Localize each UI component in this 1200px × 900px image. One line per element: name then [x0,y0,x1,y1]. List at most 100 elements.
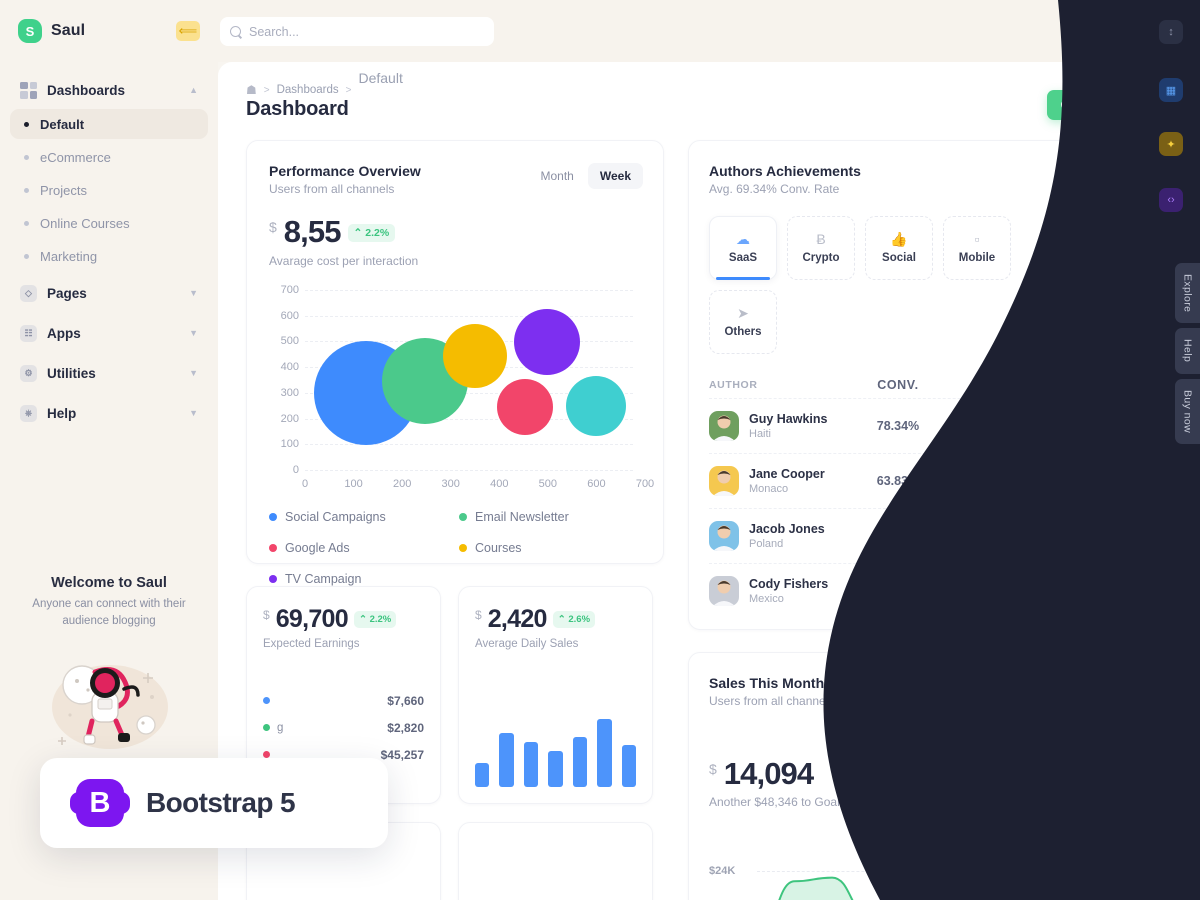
x-tick-label: 0 [301,478,309,490]
sales-this-months-card: Sales This Months Users from all channel… [688,652,1106,900]
chip-crypto[interactable]: Ƀ Crypto [787,216,855,280]
bar-1[interactable] [475,762,490,787]
delta-value: 2.2% [369,614,392,625]
bar-5[interactable] [572,736,588,787]
tab-explore[interactable]: Explore [1175,263,1200,324]
legend-swatch [459,543,467,552]
range-option-month[interactable]: Month [529,163,586,189]
legend-swatch [263,724,270,731]
breakdown-label: g [263,722,283,734]
legend-item[interactable]: Email Newsletter [459,501,649,532]
bootstrap-badge-label: Bootstrap 5 [146,787,296,818]
author-name: Jane Cooper [749,467,825,481]
brand[interactable]: S Saul ⟸ [0,0,218,62]
tab-buy-now[interactable]: Buy now [1175,378,1200,444]
range-toggle: Month Week [529,163,643,189]
chip-saas[interactable]: ☁ SaaS [709,216,777,280]
more-icon[interactable] [1067,157,1089,179]
earnings-stat: $ 69,700 ⌃ 2.2% [263,607,424,632]
sidebar-item-default[interactable]: Default [10,109,208,139]
code-icon[interactable]: ‹› [1159,188,1183,212]
bullet-icon [24,220,29,226]
arrow-right-icon[interactable]: → [1059,524,1085,548]
home-icon[interactable]: ☗ [246,83,257,97]
daily-caption: Average Daily Sales [475,638,579,650]
chevron-down-icon[interactable]: ▼ [189,368,198,378]
table-row[interactable]: Jacob Jones Poland 92.56% → [709,508,1085,563]
breadcrumb-item-dashboards[interactable]: Dashboards [277,84,339,96]
table-header: AUTHOR CONV. CHART VIEW [709,372,1085,398]
bubble-radio[interactable] [566,375,627,436]
author-cell: Jacob Jones Poland [709,521,856,551]
card-subtitle: Users from all channels [709,694,835,708]
sidebar-collapse-icon[interactable]: ⟸ [176,21,200,41]
sidebar-item-projects[interactable]: Projects [10,175,208,205]
right-rail: ↕ ▦ ✦ ‹› Explore Help Buy now [1142,0,1200,900]
bar-4[interactable] [548,750,563,787]
legend-label: Courses [475,540,522,555]
notification-badge [1121,17,1127,24]
tab-help[interactable]: Help [1175,328,1200,374]
performance-stat: $ 8,55 ⌃ 2.2% [269,216,641,247]
gridline [305,290,633,291]
chip-label: SaaS [728,252,758,264]
col-chart: CHART [970,379,1011,391]
plot-area [305,290,633,471]
sidebar-group-utilities[interactable]: ⚙ Utilities ▼ [10,357,208,389]
bar-2[interactable] [499,733,514,787]
arrow-right-icon[interactable]: → [1059,469,1085,493]
bar-6[interactable] [597,719,612,787]
notes-icon[interactable]: ▤ [1104,17,1127,41]
arrow-right-icon[interactable]: → [1059,579,1085,603]
gridline [305,444,633,446]
bar-3[interactable] [523,741,539,787]
calendar-add-icon[interactable]: ▦ [1159,78,1183,102]
sidebar-item-marketing[interactable]: Marketing [10,241,208,271]
breakdown-name: g [277,721,284,734]
bubble-tv-campaign[interactable] [513,309,580,376]
breadcrumb-item-default[interactable]: Default [358,70,402,86]
author-location: Mexico [749,593,784,605]
table-row[interactable]: Guy Hawkins Haiti 78.34% → [709,398,1085,453]
tab-label: Help [1181,339,1194,363]
chevron-up-icon[interactable]: ▲ [189,85,198,95]
chevron-down-icon[interactable]: ▼ [189,328,198,338]
sidebar-item-online-courses[interactable]: Online Courses [10,208,208,238]
range-option-week[interactable]: Week [587,163,643,189]
sliders-icon[interactable]: ↕ [1159,20,1183,44]
legend-swatch [269,512,277,521]
search-input[interactable]: Search... [220,17,494,46]
earnings-value: 69,700 [275,605,349,633]
legend-item[interactable]: Social Campaigns [269,501,459,532]
legend-item[interactable]: Courses [459,532,649,563]
chip-social[interactable]: 👍 Social [865,216,933,280]
more-icon[interactable] [1067,669,1089,691]
page-title: Dashboard [246,98,349,120]
author-meta: Cody Fishers Mexico [749,577,828,605]
plus-star-icon[interactable]: ✦ [1159,132,1183,156]
sidebar-group-pages[interactable]: ◇ Pages ▼ [10,277,208,309]
x-tick-label: 200 [392,478,412,490]
send-icon: ➤ [737,305,749,321]
bubble-courses[interactable] [443,324,507,389]
arrow-right-icon[interactable]: → [1059,414,1085,438]
table-row[interactable]: Cody Fishers Mexico 63.08% → [709,563,1085,618]
chevron-down-icon[interactable]: ▼ [189,408,198,418]
chevron-down-icon[interactable]: ▼ [189,288,198,298]
table-row[interactable]: Jane Cooper Monaco 63.83% → [709,453,1085,508]
sidebar-item-ecommerce[interactable]: eCommerce [10,142,208,172]
sidebar-group-help[interactable]: ⎈ Help ▼ [10,397,208,429]
chip-mobile[interactable]: ▫ Mobile [943,216,1011,280]
sidebar-group-dashboards[interactable]: Dashboards ▲ [10,74,208,106]
bar-7[interactable] [621,745,636,787]
legend-item[interactable]: Google Ads [269,532,459,563]
create-project-button[interactable]: Create Project [1046,90,1156,120]
chip-others[interactable]: ➤ Others [709,290,777,354]
gridline [305,470,633,471]
activity-icon[interactable]: ☁ [1072,18,1094,41]
app-root: S Saul ⟸ Dashboards ▲ Default eCommerce … [0,0,1200,900]
y-tick-label: 700 [280,284,299,296]
sidebar-group-apps[interactable]: ☷ Apps ▼ [10,317,208,349]
sidebar-item-label: Default [40,116,85,132]
bubble-google-ads[interactable] [496,378,553,435]
